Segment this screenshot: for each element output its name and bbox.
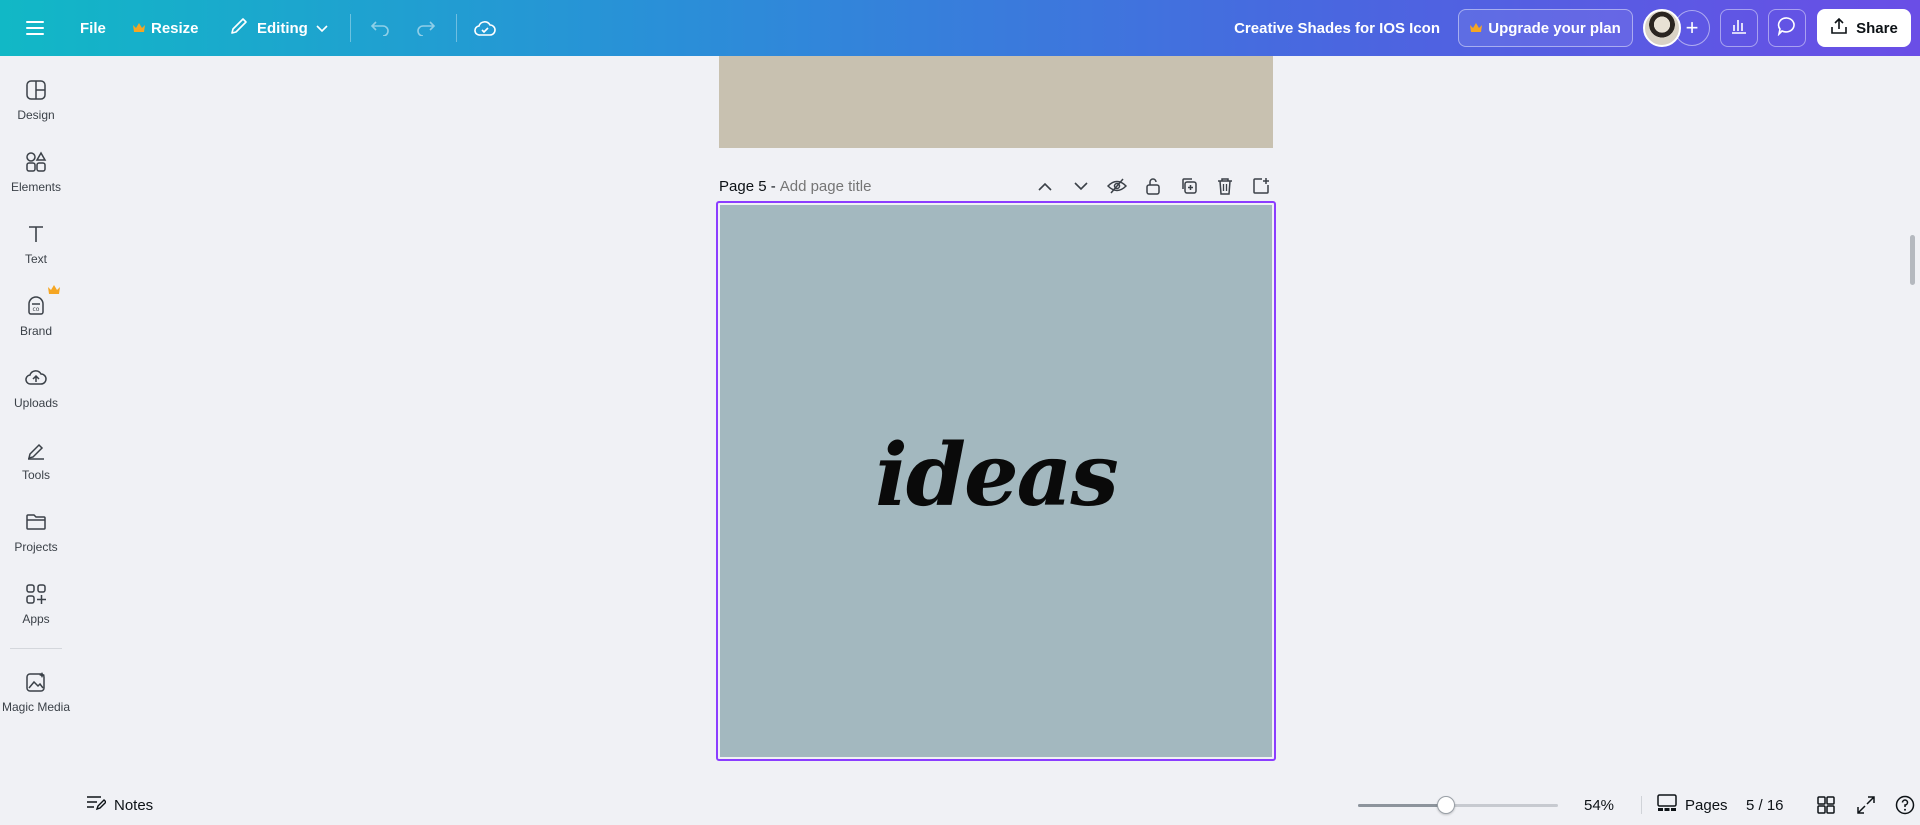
sidebar-item-apps[interactable]: Apps	[0, 582, 72, 642]
toolbar-divider	[456, 14, 457, 42]
pages-label: Pages	[1685, 796, 1728, 814]
elements-icon	[24, 150, 48, 174]
add-page-icon[interactable]	[1249, 174, 1273, 198]
trash-icon[interactable]	[1213, 174, 1237, 198]
sidebar-item-brand[interactable]: co Brand	[0, 294, 72, 354]
pages-icon	[1657, 794, 1677, 816]
duplicate-page-icon[interactable]	[1177, 174, 1201, 198]
sidebar-item-label: Apps	[22, 612, 50, 626]
comment-icon	[1777, 16, 1797, 41]
editing-mode-button[interactable]: Editing	[229, 8, 328, 48]
menu-icon[interactable]	[22, 14, 50, 42]
pencil-icon	[229, 16, 249, 40]
notes-label: Notes	[114, 796, 154, 814]
help-icon[interactable]	[1893, 793, 1917, 817]
crown-icon	[1470, 20, 1483, 37]
file-label: File	[80, 19, 106, 37]
chevron-down-icon	[316, 20, 328, 37]
sidebar-item-projects[interactable]: Projects	[0, 510, 72, 570]
left-sidebar: Design Elements Text co Brand Uploads To…	[0, 56, 72, 825]
document-title[interactable]: Creative Shades for IOS Icon	[1234, 0, 1440, 56]
sidebar-item-label: Projects	[14, 540, 58, 554]
top-bar: File Resize Editing Creative Shades for …	[0, 0, 1920, 56]
projects-icon	[24, 510, 48, 534]
comments-button[interactable]	[1768, 9, 1806, 47]
undo-icon[interactable]	[366, 14, 394, 42]
sidebar-item-magic-media[interactable]: Magic Media	[0, 670, 72, 730]
lock-icon[interactable]	[1141, 174, 1165, 198]
svg-text:co: co	[33, 306, 40, 313]
page-header: Page 5 -	[719, 172, 1273, 200]
crown-icon	[48, 282, 60, 300]
magic-media-icon	[24, 670, 48, 694]
share-label: Share	[1856, 19, 1898, 37]
insights-button[interactable]	[1720, 9, 1758, 47]
editing-label: Editing	[257, 19, 308, 37]
notes-icon	[86, 795, 107, 815]
fullscreen-icon[interactable]	[1854, 793, 1878, 817]
sidebar-item-label: Design	[17, 108, 55, 122]
resize-label: Resize	[151, 19, 199, 37]
bar-chart-icon	[1730, 17, 1748, 40]
selected-page-frame[interactable]: ideas	[716, 201, 1276, 761]
notes-button[interactable]: Notes	[86, 785, 153, 825]
zoom-slider[interactable]	[1358, 796, 1558, 814]
upgrade-plan-button[interactable]: Upgrade your plan	[1458, 9, 1633, 47]
uploads-icon	[24, 366, 48, 390]
sidebar-item-elements[interactable]: Elements	[0, 150, 72, 210]
bottom-bar: Notes 54% Pages 5 / 16	[72, 785, 1920, 825]
toolbar-divider	[350, 14, 351, 42]
pages-button[interactable]: Pages	[1657, 785, 1728, 825]
sidebar-item-design[interactable]: Design	[0, 78, 72, 138]
crown-icon	[133, 20, 145, 37]
sidebar-item-label: Text	[24, 252, 47, 266]
sidebar-divider	[10, 648, 62, 649]
sidebar-item-label: Uploads	[13, 396, 59, 410]
sidebar-item-tools[interactable]: Tools	[0, 438, 72, 498]
tools-icon	[24, 438, 48, 462]
sidebar-item-text[interactable]: Text	[0, 222, 72, 282]
sidebar-item-label: Tools	[21, 468, 50, 482]
sidebar-item-label: Magic Media	[1, 700, 71, 714]
page-counter: 5 / 16	[1746, 796, 1784, 814]
page-title-input[interactable]	[779, 177, 960, 195]
avatar[interactable]	[1643, 9, 1681, 47]
sidebar-item-label: Elements	[10, 180, 62, 194]
page-text-element[interactable]: ideas	[720, 425, 1272, 526]
share-button[interactable]: Share	[1817, 9, 1911, 47]
upgrade-label: Upgrade your plan	[1488, 19, 1621, 37]
zoom-level[interactable]: 54%	[1584, 785, 1614, 825]
redo-icon[interactable]	[412, 14, 440, 42]
page-number-label: Page 5 -	[719, 177, 776, 195]
previous-page-canvas[interactable]	[719, 56, 1273, 148]
apps-icon	[24, 582, 48, 606]
sidebar-item-label: Brand	[19, 324, 53, 338]
resize-button[interactable]: Resize	[133, 8, 199, 48]
upload-icon	[1830, 17, 1848, 39]
hide-page-icon[interactable]	[1105, 174, 1129, 198]
zoom-slider-thumb[interactable]	[1437, 796, 1455, 814]
cloud-saved-icon[interactable]	[471, 14, 499, 42]
bottom-divider	[1641, 796, 1642, 814]
page-canvas[interactable]: ideas	[720, 205, 1272, 757]
text-icon	[24, 222, 48, 246]
file-button[interactable]: File	[80, 8, 106, 48]
brand-icon: co	[24, 294, 48, 318]
design-icon	[24, 78, 48, 102]
zoom-slider-fill	[1358, 804, 1446, 807]
chevron-down-icon[interactable]	[1069, 174, 1093, 198]
plus-icon: +	[1685, 15, 1699, 40]
sidebar-item-uploads[interactable]: Uploads	[0, 366, 72, 426]
grid-view-icon[interactable]	[1814, 793, 1838, 817]
chevron-up-icon[interactable]	[1033, 174, 1057, 198]
page-toolbar	[1033, 172, 1273, 200]
vertical-scrollbar[interactable]	[1910, 235, 1915, 285]
